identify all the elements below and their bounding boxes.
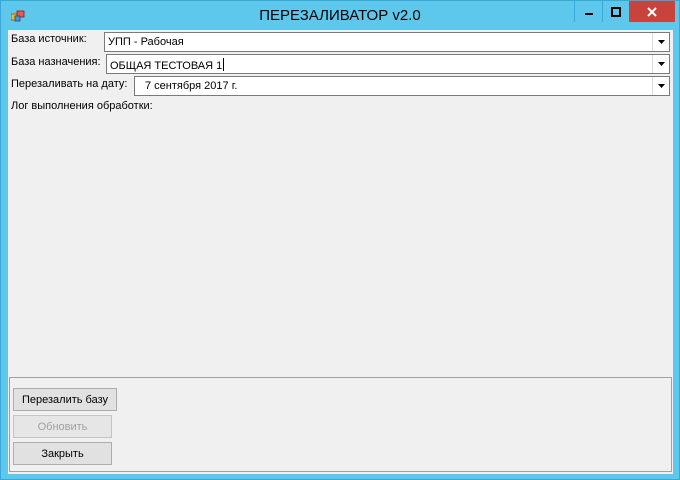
date-dropdown-button[interactable] — [652, 77, 669, 95]
log-area[interactable] — [9, 114, 672, 376]
form-client-area: База источник: УПП - Рабочая База назнач… — [8, 30, 673, 474]
close-icon — [647, 6, 657, 17]
source-db-dropdown-button[interactable] — [652, 33, 669, 51]
target-db-select[interactable]: ОБЩАЯ ТЕСТОВАЯ 1 — [106, 54, 670, 74]
chevron-down-icon — [657, 40, 665, 44]
text-cursor — [223, 58, 225, 71]
app-window: ПЕРЕЗАЛИВАТОР v2.0 База источник: УПП - … — [0, 0, 680, 480]
minimize-button[interactable] — [574, 1, 602, 22]
target-db-value: ОБЩАЯ ТЕСТОВАЯ 1 — [110, 60, 223, 72]
date-label: Перезаливать на дату: — [11, 78, 128, 90]
target-db-dropdown-button[interactable] — [652, 55, 669, 73]
title-bar[interactable]: ПЕРЕЗАЛИВАТОР v2.0 — [1, 1, 679, 31]
source-db-label: База источник: — [11, 33, 87, 45]
date-value: 7 сентября 2017 г. — [145, 80, 238, 92]
target-db-label: База назначения: — [11, 56, 101, 68]
log-label: Лог выполнения обработки: — [11, 100, 153, 112]
maximize-icon — [611, 6, 621, 17]
maximize-button[interactable] — [602, 1, 629, 22]
source-db-select[interactable]: УПП - Рабочая — [104, 32, 670, 52]
refresh-button[interactable]: Обновить — [13, 415, 112, 438]
minimize-icon — [584, 12, 593, 15]
close-window-button[interactable] — [629, 1, 675, 22]
date-picker[interactable]: 7 сентября 2017 г. — [134, 76, 670, 96]
chevron-down-icon — [657, 84, 665, 88]
target-db-value-wrap: ОБЩАЯ ТЕСТОВАЯ 1 — [110, 58, 225, 72]
reload-db-button[interactable]: Перезалить базу — [13, 388, 117, 411]
chevron-down-icon — [657, 62, 665, 66]
source-db-value: УПП - Рабочая — [108, 36, 184, 48]
close-button[interactable]: Закрыть — [13, 442, 112, 465]
actions-panel: Перезалить базу Обновить Закрыть — [9, 377, 672, 472]
